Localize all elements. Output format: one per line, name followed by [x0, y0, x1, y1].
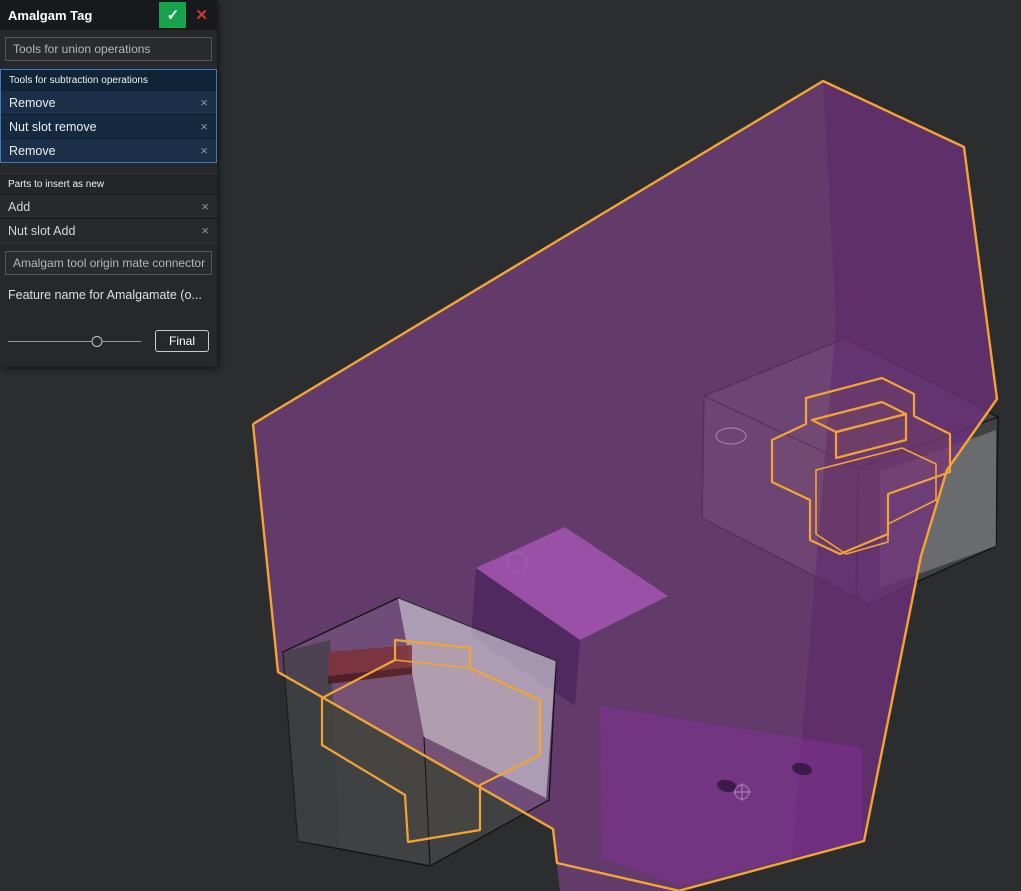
remove-item-icon[interactable]: ×	[200, 95, 208, 110]
dialog-footer: Final	[0, 314, 217, 365]
dialog-title: Amalgam Tag	[8, 7, 93, 23]
dialog-header[interactable]: Amalgam Tag ✓ ✕	[0, 0, 217, 30]
union-tools-placeholder: Tools for union operations	[13, 42, 151, 56]
subtraction-group[interactable]: Tools for subtraction operations Remove …	[0, 69, 217, 163]
feature-name-field[interactable]: Feature name for Amalgamate (o...	[8, 288, 209, 302]
slider-thumb[interactable]	[91, 335, 103, 347]
subtraction-item[interactable]: Nut slot remove ×	[1, 114, 216, 138]
subtraction-item[interactable]: Remove ×	[1, 138, 216, 162]
insert-group-label: Parts to insert as new	[8, 179, 105, 190]
remove-item-icon[interactable]: ×	[201, 223, 209, 238]
remove-item-icon[interactable]: ×	[200, 119, 208, 134]
subtraction-item[interactable]: Remove ×	[1, 90, 216, 114]
mate-connector-field[interactable]: Amalgam tool origin mate connector	[5, 251, 212, 275]
close-icon: ✕	[195, 7, 208, 24]
insert-item[interactable]: Nut slot Add ×	[0, 218, 217, 242]
list-item-label: Remove	[9, 143, 56, 158]
list-item-label: Remove	[9, 95, 56, 110]
accept-button[interactable]: ✓	[159, 2, 187, 28]
list-item-label: Add	[8, 199, 31, 214]
check-icon: ✓	[166, 7, 180, 24]
subtraction-group-label: Tools for subtraction operations	[9, 75, 148, 86]
remove-item-icon[interactable]: ×	[200, 143, 208, 158]
app-window: Amalgam Tag ✓ ✕ Tools for union operatio…	[0, 0, 1021, 891]
amalgam-dialog: Amalgam Tag ✓ ✕ Tools for union operatio…	[0, 0, 217, 367]
cancel-button[interactable]: ✕	[193, 6, 210, 24]
insert-group[interactable]: Parts to insert as new Add × Nut slot Ad…	[0, 173, 217, 243]
mate-connector-placeholder: Amalgam tool origin mate connector	[13, 256, 206, 270]
list-item-label: Nut slot Add	[8, 223, 76, 238]
final-button[interactable]: Final	[154, 330, 209, 352]
insert-item[interactable]: Add ×	[0, 194, 217, 218]
union-tools-field[interactable]: Tools for union operations	[5, 37, 212, 61]
list-item-label: Nut slot remove	[9, 119, 97, 134]
remove-item-icon[interactable]: ×	[201, 199, 209, 214]
slider-track[interactable]	[8, 335, 141, 347]
